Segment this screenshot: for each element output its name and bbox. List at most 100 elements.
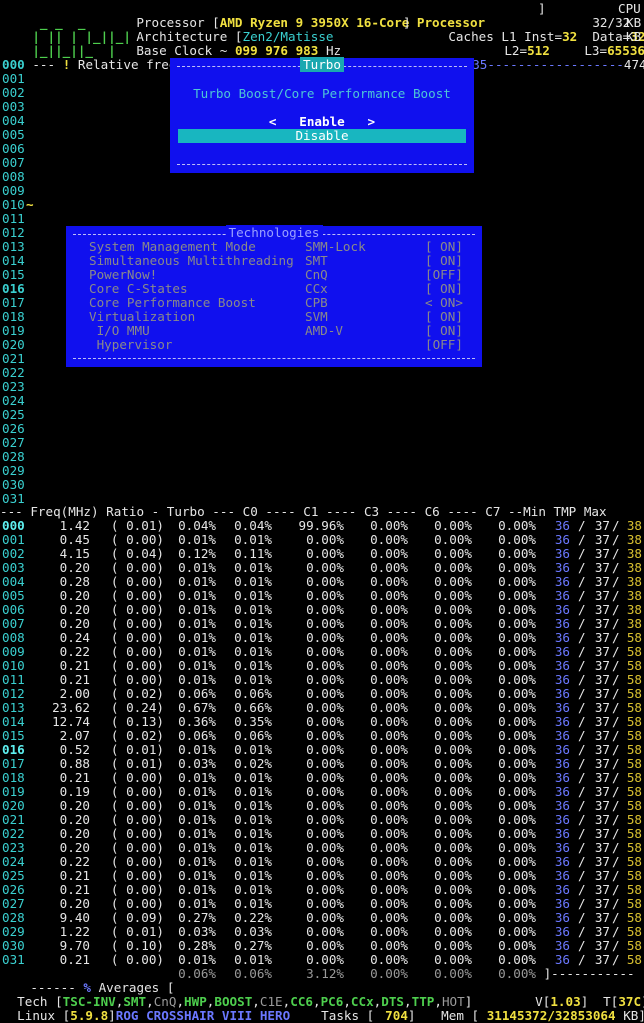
cpu-id-023[interactable]: 023 xyxy=(2,380,25,394)
row-cpu-id[interactable]: 014 xyxy=(2,715,25,729)
turbo-window[interactable]: Turbo Turbo Boost/Core Performance Boost… xyxy=(170,57,474,173)
row-freq: 0.21 xyxy=(59,770,90,785)
row-cpu-id[interactable]: 018 xyxy=(2,771,25,785)
row-c6: 0.00% xyxy=(434,798,472,813)
cpu-id-008[interactable]: 008 xyxy=(2,170,25,184)
row-cpu-id[interactable]: 012 xyxy=(2,687,25,701)
row-cpu-id[interactable]: 011 xyxy=(2,673,25,687)
row-cpu-id[interactable]: 023 xyxy=(2,841,25,855)
cpu-id-012[interactable]: 012 xyxy=(2,226,25,240)
cpu-id-015[interactable]: 015 xyxy=(2,268,25,282)
cpu-id-005[interactable]: 005 xyxy=(2,128,25,142)
cpu-id-025[interactable]: 025 xyxy=(2,408,25,422)
row-cpu-id[interactable]: 022 xyxy=(2,827,25,841)
row-cpu-id[interactable]: 010 xyxy=(2,659,25,673)
cpu-id-010[interactable]: 010 xyxy=(2,198,25,212)
caches-row: Caches L1 Inst=32 xyxy=(418,16,577,44)
row-cpu-id[interactable]: 015 xyxy=(2,729,25,743)
cpu-id-030[interactable]: 030 xyxy=(2,478,25,492)
tech-state-1[interactable]: [ ON] xyxy=(425,254,463,268)
row-current-temp: 37 xyxy=(594,644,610,659)
row-cpu-id[interactable]: 009 xyxy=(2,645,25,659)
row-cpu-id[interactable]: 024 xyxy=(2,855,25,869)
turbo-option-disable[interactable]: Disable xyxy=(178,129,466,143)
cpu-id-026[interactable]: 026 xyxy=(2,422,25,436)
row-cpu-id[interactable]: 031 xyxy=(2,953,25,967)
row-cpu-id[interactable]: 005 xyxy=(2,589,25,603)
row-max-temp: 58 xyxy=(626,938,642,953)
row-cpu-id[interactable]: 001 xyxy=(2,533,25,547)
row-cpu-id[interactable]: 027 xyxy=(2,897,25,911)
row-ratio: ( 0.00) xyxy=(110,868,164,883)
tech-state-6[interactable]: [ ON] xyxy=(425,324,463,338)
row-c3: 0.00% xyxy=(370,826,408,841)
cpu-id-011[interactable]: 011 xyxy=(2,212,25,226)
row-temp-separator: / xyxy=(612,770,620,785)
row-cpu-id[interactable]: 030 xyxy=(2,939,25,953)
row-c3: 0.00% xyxy=(370,910,408,925)
cpu-id-029[interactable]: 029 xyxy=(2,464,25,478)
row-max-temp: 38 xyxy=(626,588,642,603)
cpu-id-024[interactable]: 024 xyxy=(2,394,25,408)
cpu-id-016[interactable]: 016 xyxy=(2,282,25,296)
row-cpu-id[interactable]: 004 xyxy=(2,575,25,589)
tech-state-0[interactable]: [ ON] xyxy=(425,240,463,254)
row-c7: 0.00% xyxy=(498,896,536,911)
cpu-id-028[interactable]: 028 xyxy=(2,450,25,464)
row-max-temp: 58 xyxy=(626,672,642,687)
tech-state-3[interactable]: [ ON] xyxy=(425,282,463,296)
cpu-id-000[interactable]: 000 xyxy=(2,58,25,72)
cpu-id-007[interactable]: 007 xyxy=(2,156,25,170)
cpu-id-004[interactable]: 004 xyxy=(2,114,25,128)
row-c6: 0.00% xyxy=(434,910,472,925)
row-cpu-id[interactable]: 006 xyxy=(2,603,25,617)
technologies-window[interactable]: Technologies System Management Mode SMM-L… xyxy=(66,225,482,367)
row-c7: 0.00% xyxy=(498,630,536,645)
cpu-id-020[interactable]: 020 xyxy=(2,338,25,352)
cpu-id-009[interactable]: 009 xyxy=(2,184,25,198)
row-cpu-id[interactable]: 013 xyxy=(2,701,25,715)
row-cpu-id[interactable]: 019 xyxy=(2,785,25,799)
row-cpu-id[interactable]: 002 xyxy=(2,547,25,561)
cpu-id-014[interactable]: 014 xyxy=(2,254,25,268)
row-temp-separator: / xyxy=(612,686,620,701)
cpu-id-019[interactable]: 019 xyxy=(2,324,25,338)
cpu-id-006[interactable]: 006 xyxy=(2,142,25,156)
cpu-id-002[interactable]: 002 xyxy=(2,86,25,100)
row-cpu-id[interactable]: 008 xyxy=(2,631,25,645)
row-cpu-id[interactable]: 000 xyxy=(2,519,25,533)
row-c6: 0.00% xyxy=(434,882,472,897)
row-cpu-id[interactable]: 028 xyxy=(2,911,25,925)
row-cpu-id[interactable]: 016 xyxy=(2,743,25,757)
os-label: Linux [ xyxy=(17,1008,71,1023)
row-temp-separator: / xyxy=(578,602,586,617)
row-cpu-id[interactable]: 020 xyxy=(2,799,25,813)
row-c1: 0.00% xyxy=(306,896,344,911)
row-cpu-id[interactable]: 007 xyxy=(2,617,25,631)
row-cpu-id[interactable]: 003 xyxy=(2,561,25,575)
row-cpu-id[interactable]: 025 xyxy=(2,869,25,883)
row-cpu-id[interactable]: 021 xyxy=(2,813,25,827)
turbo-option-enable[interactable]: < Enable > xyxy=(173,115,471,129)
row-c3: 0.00% xyxy=(370,532,408,547)
cpu-id-018[interactable]: 018 xyxy=(2,310,25,324)
tech-state-2[interactable]: [OFF] xyxy=(425,268,463,282)
cpu-id-021[interactable]: 021 xyxy=(2,352,25,366)
table-row: 017 0.88 ( 0.01) 0.03% 0.02% 0.00% 0.00% 0.00% 0… xyxy=(0,757,644,771)
tech-state-4[interactable]: < ON> xyxy=(425,296,463,310)
row-ratio: ( 0.00) xyxy=(110,882,164,897)
row-cpu-id[interactable]: 026 xyxy=(2,883,25,897)
tech-state-5[interactable]: [ ON] xyxy=(425,310,463,324)
tech-state-7[interactable]: [OFF] xyxy=(425,338,463,352)
cpu-label: CPU xyxy=(618,1,641,16)
cpu-id-001[interactable]: 001 xyxy=(2,72,25,86)
row-cpu-id[interactable]: 017 xyxy=(2,757,25,771)
cpu-id-003[interactable]: 003 xyxy=(2,100,25,114)
row-current-temp: 37 xyxy=(594,924,610,939)
row-cpu-id[interactable]: 029 xyxy=(2,925,25,939)
cpu-id-013[interactable]: 013 xyxy=(2,240,25,254)
cpu-id-022[interactable]: 022 xyxy=(2,366,25,380)
row-c1: 0.00% xyxy=(306,602,344,617)
cpu-id-027[interactable]: 027 xyxy=(2,436,25,450)
cpu-id-017[interactable]: 017 xyxy=(2,296,25,310)
